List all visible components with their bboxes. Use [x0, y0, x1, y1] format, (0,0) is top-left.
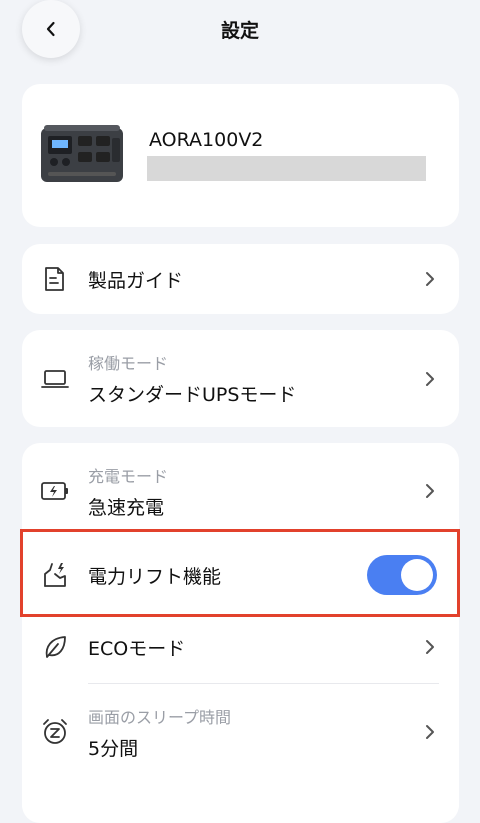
- battery-charging-icon: [40, 476, 70, 506]
- chevron-right-icon: [423, 481, 437, 501]
- chevron-right-icon: [423, 269, 437, 289]
- eco-mode-row[interactable]: ECOモード: [22, 611, 459, 683]
- charge-mode-caption: 充電モード: [88, 466, 169, 486]
- leaf-icon: [40, 632, 70, 662]
- laptop-icon: [40, 364, 70, 394]
- alarm-clock-z-icon: [40, 717, 70, 747]
- operation-mode-caption: 稼働モード: [88, 354, 169, 373]
- product-guide-label: 製品ガイド: [88, 269, 184, 292]
- product-guide-card: 製品ガイド: [22, 244, 459, 314]
- product-guide-row[interactable]: 製品ガイド: [22, 244, 459, 314]
- screen-sleep-value: 5分間: [88, 737, 139, 760]
- operation-mode-value: スタンダードUPSモード: [88, 384, 297, 406]
- redacted-serial: [147, 156, 426, 181]
- document-icon: [40, 264, 70, 294]
- charge-mode-row[interactable]: 充電モード 急速充電: [22, 443, 459, 539]
- next-card: [22, 795, 459, 815]
- screen-sleep-caption: 画面のスリープ時間: [88, 707, 232, 727]
- chevron-right-icon: [423, 369, 437, 389]
- eco-mode-label: ECOモード: [88, 637, 186, 660]
- device-card[interactable]: AORA100V2: [22, 84, 459, 227]
- chevron-right-icon: [423, 637, 437, 657]
- charge-mode-value: 急速充電: [88, 496, 165, 519]
- operation-mode-card: 稼働モード スタンダードUPSモード: [22, 330, 459, 427]
- operation-mode-row[interactable]: 稼働モード スタンダードUPSモード: [22, 330, 459, 427]
- chevron-right-icon: [423, 722, 437, 742]
- device-name: AORA100V2: [149, 129, 264, 151]
- screen-sleep-row[interactable]: 画面のスリープ時間 5分間: [22, 684, 459, 780]
- highlight-box: [20, 529, 460, 617]
- device-image: [41, 125, 123, 182]
- page-title: 設定: [220, 20, 259, 42]
- settings-group-card: 充電モード 急速充電 電力リフト機能 ECOモード 画面のスリープ時間 5分間: [22, 443, 459, 823]
- header: 設定: [0, 0, 480, 60]
